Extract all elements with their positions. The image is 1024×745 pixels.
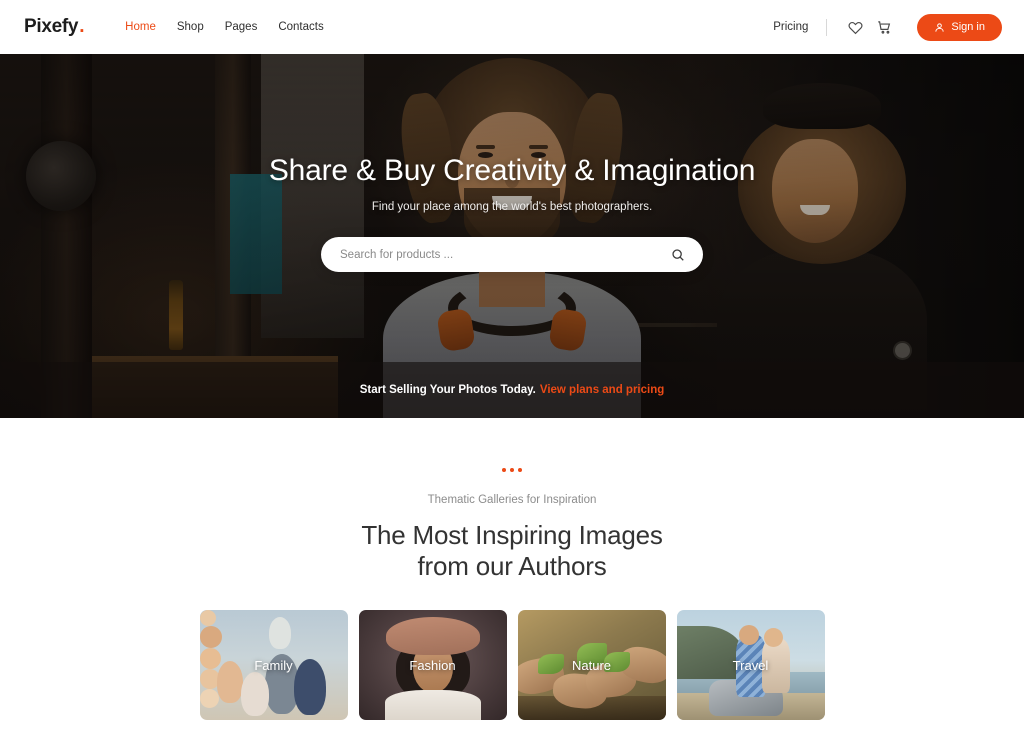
heart-icon[interactable] [844, 16, 866, 38]
hero-section: Share & Buy Creativity & Imagination Fin… [0, 54, 1024, 418]
section-title-line2: from our Authors [417, 550, 607, 581]
gallery-card-travel[interactable]: Travel [676, 610, 825, 721]
header-actions: Pricing Sign in [773, 13, 1002, 41]
hero-content: Share & Buy Creativity & Imagination Fin… [0, 154, 1024, 272]
dot-2 [510, 468, 514, 472]
gallery-card-list: Family Fashion Nature Travel [0, 610, 1024, 721]
sign-in-button[interactable]: Sign in [917, 13, 1002, 41]
dot-3 [518, 468, 522, 472]
search-input[interactable] [340, 248, 668, 261]
gallery-card-label: Family [254, 657, 293, 673]
pricing-link[interactable]: Pricing [773, 21, 808, 33]
gallery-card-label: Fashion [409, 657, 456, 673]
gallery-card-family[interactable]: Family [199, 610, 348, 721]
gallery-card-label: Nature [571, 657, 612, 673]
galleries-section: Thematic Galleries for Inspiration The M… [0, 418, 1024, 721]
nav-item-pages[interactable]: Pages [225, 21, 258, 33]
dot-1 [502, 468, 506, 472]
sign-in-label: Sign in [951, 21, 985, 33]
gallery-card-nature[interactable]: Nature [517, 610, 666, 721]
section-title: The Most Inspiring Images from our Autho… [0, 520, 1024, 581]
section-eyebrow: Thematic Galleries for Inspiration [427, 494, 597, 506]
hero-title: Share & Buy Creativity & Imagination [268, 154, 756, 187]
user-icon [935, 22, 945, 32]
promo-banner-text: Start Selling Your Photos Today. [359, 384, 536, 396]
header-divider [826, 18, 828, 36]
section-title-line1: The Most Inspiring Images [361, 520, 663, 550]
main-navigation: Home Shop Pages Contacts [125, 21, 324, 33]
logo-text: Pixefy [24, 16, 79, 37]
nav-item-home[interactable]: Home [125, 21, 156, 33]
hero-search-bar[interactable] [321, 237, 703, 272]
search-icon[interactable] [668, 245, 688, 265]
view-plans-link[interactable]: View plans and pricing [540, 384, 664, 396]
hero-subtitle: Find your place among the world's best p… [371, 201, 653, 213]
site-logo[interactable]: Pixefy. [24, 16, 84, 38]
gallery-card-label: Travel [732, 657, 769, 673]
nav-item-contacts[interactable]: Contacts [278, 21, 323, 33]
cart-icon[interactable] [873, 16, 895, 38]
gallery-card-fashion[interactable]: Fashion [358, 610, 507, 721]
hero-promo-banner: Start Selling Your Photos Today. View pl… [0, 362, 1024, 418]
nav-item-shop[interactable]: Shop [177, 21, 204, 33]
site-header: Pixefy. Home Shop Pages Contacts Pricing [0, 0, 1024, 54]
logo-dot: . [79, 16, 85, 37]
section-dots-decoration [0, 468, 1024, 472]
